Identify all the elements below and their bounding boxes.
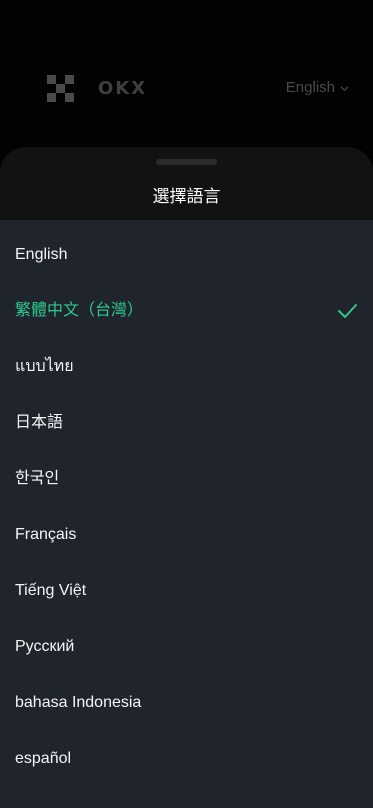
sheet-title: 選擇語言 — [152, 187, 221, 206]
sheet-header: 選擇語言 — [0, 147, 373, 220]
language-option-russian[interactable]: Русский — [0, 612, 373, 668]
language-option-indonesian[interactable]: bahasa Indonesia — [0, 668, 373, 724]
language-option-traditional-chinese[interactable]: 繁體中文（台灣） — [0, 276, 373, 332]
language-option-label: แบบไทย — [15, 358, 74, 375]
language-option-thai[interactable]: แบบไทย — [0, 332, 373, 388]
language-switch-label: English — [285, 79, 335, 96]
chevron-down-icon — [340, 85, 349, 91]
drag-handle[interactable] — [156, 159, 217, 165]
language-option-spanish[interactable]: español — [0, 724, 373, 780]
language-option-french[interactable]: Français — [0, 500, 373, 556]
language-option-japanese[interactable]: 日本語 — [0, 388, 373, 444]
language-option-label: 繁體中文（台灣） — [15, 302, 144, 319]
checkmark-icon — [338, 304, 357, 318]
okx-logo-icon — [47, 75, 74, 102]
language-option-label: English — [15, 246, 68, 263]
language-option-label: español — [15, 750, 72, 767]
app-header: OKX English — [0, 0, 373, 150]
language-option-vietnamese[interactable]: Tiếng Việt — [0, 556, 373, 612]
language-option-label: 한국인 — [15, 470, 60, 487]
language-option-label: 日本語 — [15, 414, 64, 431]
language-option-label: bahasa Indonesia — [15, 694, 142, 711]
brand-wordmark: OKX — [98, 78, 148, 99]
language-picker-sheet: 選擇語言 English 繁體中文（台灣） แบบไทย 日本語 한국인 Fra… — [0, 147, 373, 808]
language-option-korean[interactable]: 한국인 — [0, 444, 373, 500]
language-option-label: Русский — [15, 638, 75, 655]
language-option-label: Tiếng Việt — [15, 582, 87, 599]
language-switch[interactable]: English — [286, 79, 349, 97]
language-option-label: Français — [15, 526, 77, 543]
language-option-english[interactable]: English — [0, 220, 373, 276]
language-list: English 繁體中文（台灣） แบบไทย 日本語 한국인 Français… — [0, 220, 373, 780]
